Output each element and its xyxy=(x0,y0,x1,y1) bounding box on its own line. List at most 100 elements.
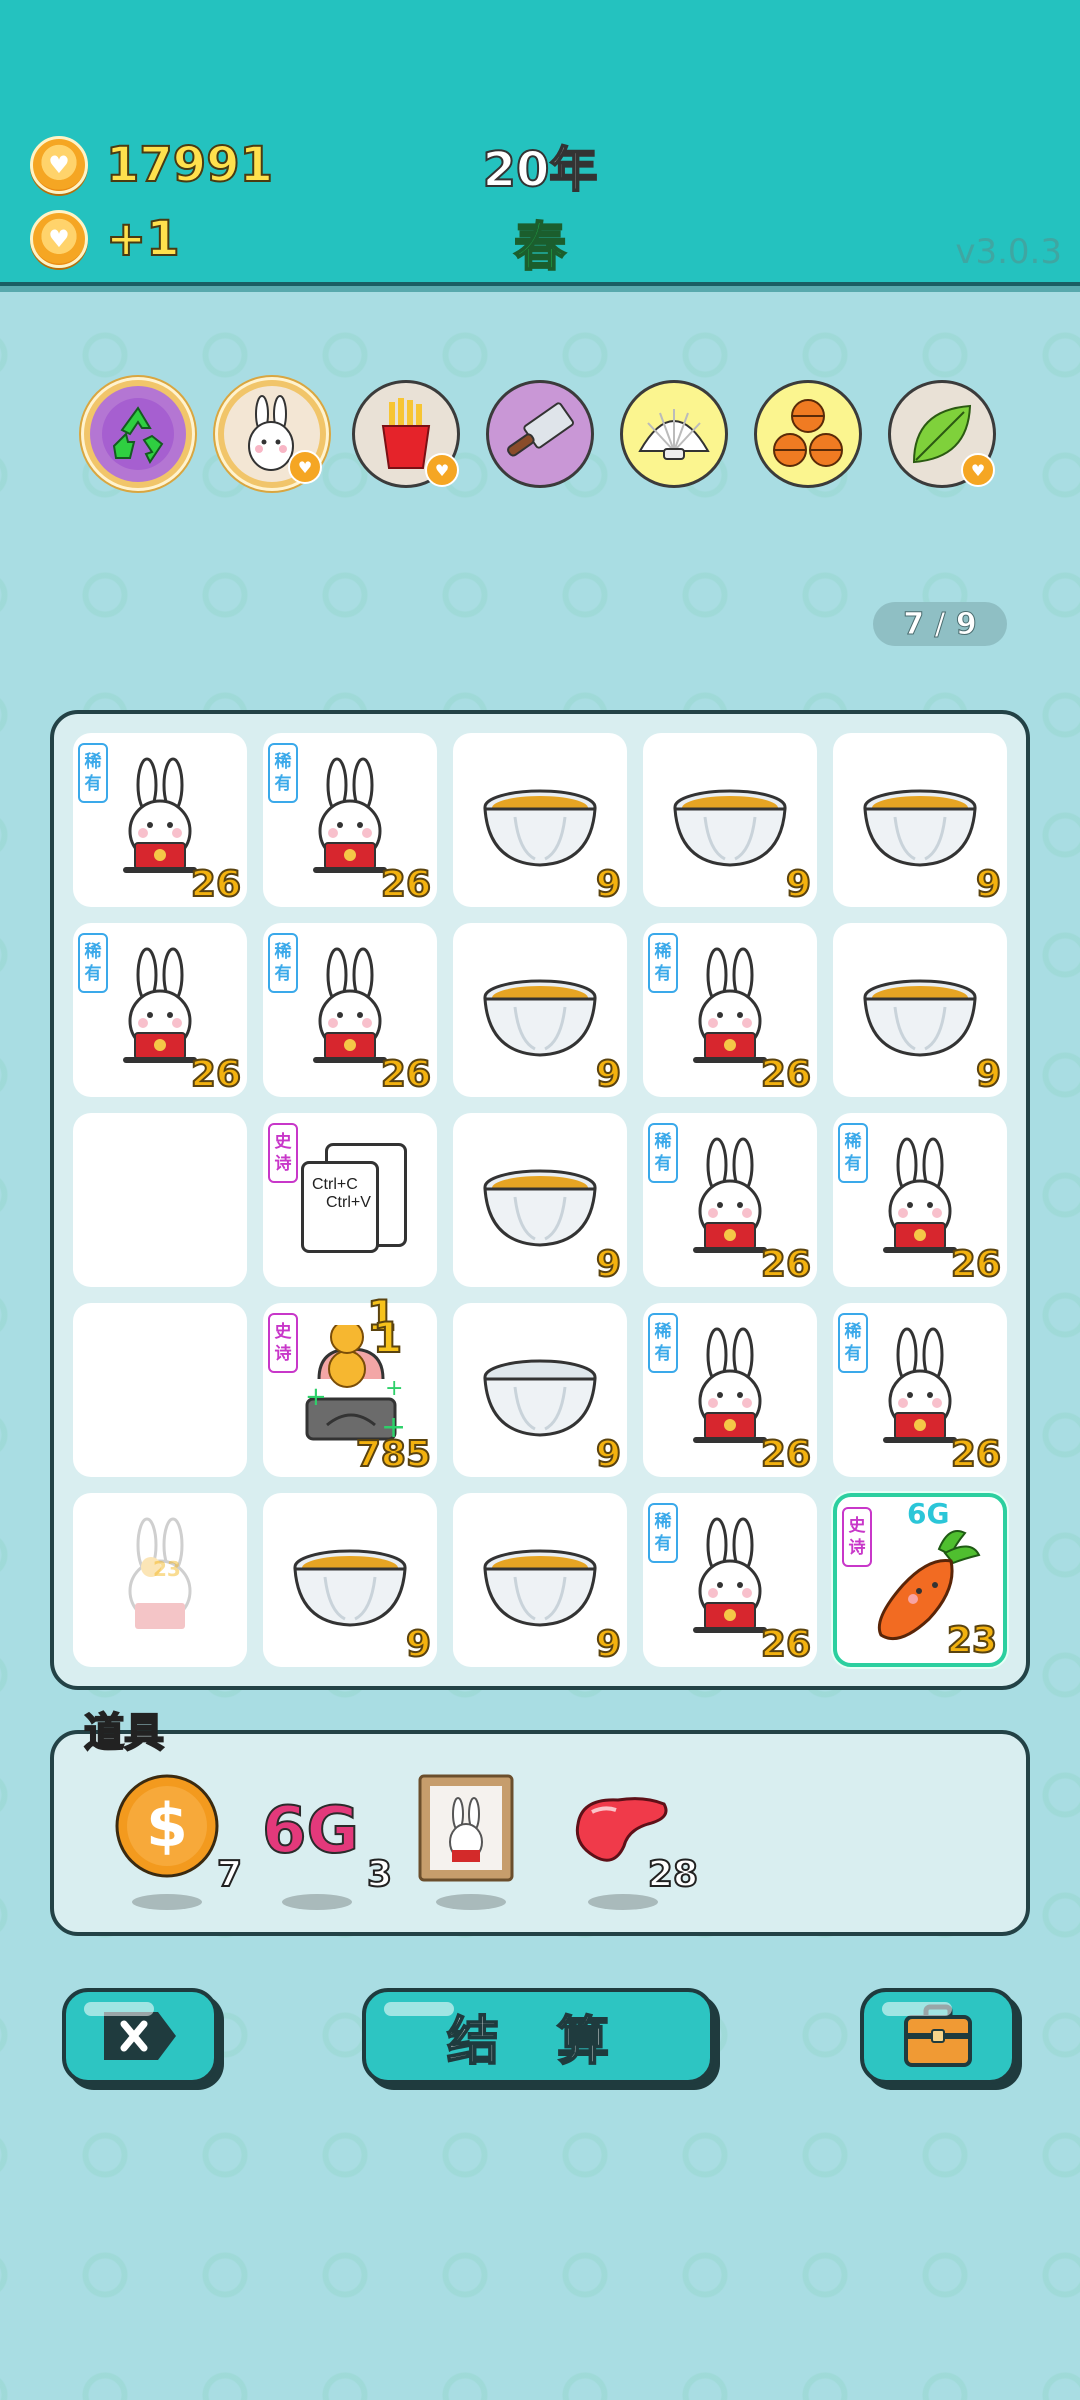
epic-tag: 史诗 xyxy=(268,1123,298,1183)
tag-char: 稀 xyxy=(844,1132,862,1152)
category-rabbit[interactable]: ♥ xyxy=(218,380,326,488)
soup-bowl-icon xyxy=(483,1549,597,1627)
grid-slot-rabbit[interactable]: 稀有 26 xyxy=(643,1113,817,1287)
grid-slot-ghost-rabbit[interactable]: 23 xyxy=(73,1493,247,1667)
slot-value: 23 xyxy=(946,1619,998,1662)
svg-text:+: + xyxy=(385,1376,403,1401)
tag-char: 稀 xyxy=(654,1132,672,1152)
grid-slot-bowl[interactable]: 9 xyxy=(833,923,1007,1097)
grid-slot-rabbit[interactable]: 稀有 26 xyxy=(263,923,437,1097)
grid-slot-iron[interactable]: + + + 史诗 785 1 1 xyxy=(263,1290,437,1477)
grid-slot-rabbit[interactable]: 稀有 26 xyxy=(643,1493,817,1667)
tag-char: 稀 xyxy=(84,752,102,772)
grid-slot-bowl[interactable]: 9 xyxy=(453,1113,627,1287)
grid-slot-bowl[interactable]: 9 xyxy=(453,733,627,907)
grid-slot-bowl[interactable]: 9 xyxy=(263,1493,437,1667)
category-basketballs[interactable] xyxy=(754,380,862,488)
inventory-button[interactable] xyxy=(860,1988,1016,2084)
year-label: 20年 xyxy=(482,141,599,199)
soup-bowl-icon xyxy=(673,789,787,867)
cleaver-icon xyxy=(507,402,574,457)
slot-value: 26 xyxy=(190,863,242,906)
grid-slot-rabbit[interactable]: 稀有 26 xyxy=(73,733,247,907)
briefcase-icon xyxy=(904,2004,972,2067)
slot-value: 785 xyxy=(355,1433,432,1476)
grid-slot-rabbit[interactable]: 稀有 26 xyxy=(833,1303,1007,1477)
grid-slot-rabbit[interactable]: 稀有 26 xyxy=(263,733,437,907)
rare-tag: 稀有 xyxy=(648,1503,678,1563)
grid-slot-carrot[interactable]: 史诗 6G 23 xyxy=(833,1493,1007,1667)
rare-tag: 稀有 xyxy=(268,933,298,993)
grid-slot-rabbit[interactable]: 稀有 26 xyxy=(643,1303,817,1477)
slot-value: 26 xyxy=(760,1623,812,1666)
prop-shadow xyxy=(132,1894,202,1910)
prop-6g-badge[interactable]: 6G 3 xyxy=(261,1774,393,1924)
category-leaf[interactable]: ♥ xyxy=(888,380,996,488)
svg-text:$: $ xyxy=(146,1791,188,1861)
slot-value: 9 xyxy=(595,863,622,906)
category-fries[interactable]: ♥ xyxy=(352,380,460,488)
rare-tag: 稀有 xyxy=(648,1123,678,1183)
category-shell[interactable] xyxy=(620,380,728,488)
tag-char: 有 xyxy=(844,1344,862,1364)
heart-coin-icon: ♥ xyxy=(30,136,88,194)
copy-paste-card: Ctrl+C Ctrl+V xyxy=(301,1161,379,1253)
prop-count: 28 xyxy=(647,1853,699,1896)
tag-char: 稀 xyxy=(844,1322,862,1342)
soup-bowl-icon xyxy=(863,979,977,1057)
tag-char: 诗 xyxy=(848,1538,866,1558)
tag-char: 史 xyxy=(848,1516,866,1536)
soup-bowl-icon xyxy=(483,789,597,867)
season-label: 春 xyxy=(513,217,567,279)
prop-dollar-coin[interactable]: $ 7 xyxy=(112,1774,243,1924)
category-cleaver[interactable] xyxy=(486,380,594,488)
grid-slot-bowl[interactable]: 9 xyxy=(453,1493,627,1667)
grid-slot-bowl[interactable]: 9 xyxy=(643,733,817,907)
epic-tag: 史诗 xyxy=(268,1313,298,1373)
slot-value: 26 xyxy=(380,1053,432,1096)
page-indicator: 7 / 9 xyxy=(873,602,1007,646)
grid-slot-bowl[interactable]: 9 xyxy=(453,923,627,1097)
empty-slot[interactable] xyxy=(73,1113,247,1287)
grid-slot-copy-paste[interactable]: Ctrl+C Ctrl+V 史诗 xyxy=(263,1113,437,1287)
shell-icon xyxy=(638,409,710,460)
slot-value: 9 xyxy=(405,1623,432,1666)
tag-char: 有 xyxy=(84,774,102,794)
props-title: 道具 xyxy=(83,1709,165,1757)
tag-char: 有 xyxy=(654,1154,672,1174)
settle-button-label: 结 算 xyxy=(446,2011,630,2073)
slot-value: 9 xyxy=(975,863,1002,906)
empty-slot[interactable] xyxy=(73,1303,247,1477)
coin-rate: ♥ +1 xyxy=(30,210,181,268)
slot-value: 26 xyxy=(950,1433,1002,1476)
tag-char: 诗 xyxy=(274,1344,292,1364)
grid-slot-rabbit[interactable]: 稀有 26 xyxy=(73,923,247,1097)
slot-value: 26 xyxy=(950,1243,1002,1286)
slot-value: 26 xyxy=(760,1433,812,1476)
soup-bowl-icon xyxy=(293,1549,407,1627)
grid-slot-rabbit[interactable]: 稀有 26 xyxy=(643,923,817,1097)
basketballs-icon xyxy=(773,399,843,467)
tag-char: 稀 xyxy=(274,942,292,962)
prop-shadow xyxy=(282,1894,352,1910)
grid-slot-bowl[interactable]: 9 xyxy=(833,733,1007,907)
prop-rabbit-painting[interactable] xyxy=(416,1774,526,1924)
exit-button[interactable] xyxy=(62,1988,218,2084)
slot-value: 26 xyxy=(190,1053,242,1096)
paste-label: Ctrl+V xyxy=(326,1194,371,1211)
tag-char: 稀 xyxy=(654,942,672,962)
item-grid: 稀有 26 稀有 26 9 9 9 稀有 26 稀 有 26 9 稀 有 26 … xyxy=(50,710,1030,1690)
settle-button[interactable]: 结 算 xyxy=(362,1988,714,2084)
slot-value: 26 xyxy=(760,1053,812,1096)
grid-slot-rabbit[interactable]: 稀有 26 xyxy=(833,1113,1007,1287)
category-recycle[interactable] xyxy=(84,380,192,488)
soup-bowl-icon xyxy=(483,1169,597,1247)
tag-char: 史 xyxy=(274,1322,292,1342)
prop-count: 3 xyxy=(366,1853,393,1896)
grid-slot-empty-bowl[interactable]: 9 xyxy=(453,1303,627,1477)
copy-label: Ctrl+C xyxy=(312,1176,358,1193)
tag-char: 稀 xyxy=(274,752,292,772)
dollar-coin-icon: $ xyxy=(115,1774,219,1878)
prop-liver[interactable]: 28 xyxy=(568,1774,699,1924)
tag-char: 有 xyxy=(844,1154,862,1174)
